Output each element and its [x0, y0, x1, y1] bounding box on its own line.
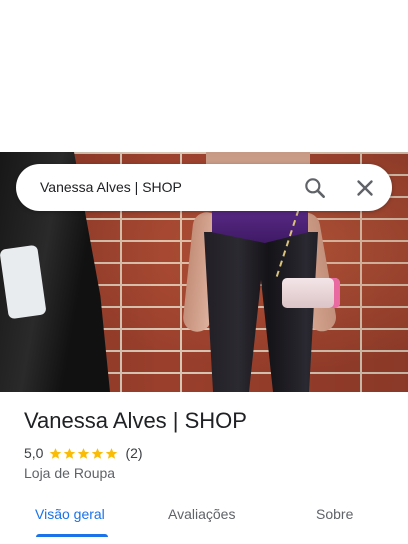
- close-icon[interactable]: [352, 175, 378, 201]
- tab-overview[interactable]: Visão geral: [35, 504, 105, 528]
- search-bar[interactable]: Vanessa Alves | SHOP: [16, 164, 392, 211]
- model-purse: [282, 278, 340, 308]
- search-icon[interactable]: [302, 175, 328, 201]
- blank-top-area: [0, 0, 408, 152]
- place-category[interactable]: Loja de Roupa: [24, 465, 115, 481]
- star-icon: [78, 447, 90, 459]
- place-title: Vanessa Alves | SHOP: [24, 408, 247, 433]
- review-count-link[interactable]: (2): [125, 445, 142, 461]
- tab-reviews[interactable]: Avaliações: [168, 504, 235, 528]
- star-rating: [49, 447, 119, 460]
- active-tab-indicator: [36, 534, 108, 537]
- star-icon: [106, 447, 118, 459]
- star-icon: [50, 447, 62, 459]
- rating-row[interactable]: 5,0 (2): [24, 444, 143, 462]
- star-icon: [92, 447, 104, 459]
- rating-value: 5,0: [24, 445, 44, 461]
- star-icon: [64, 447, 76, 459]
- tab-about[interactable]: Sobre: [316, 504, 353, 528]
- search-input[interactable]: Vanessa Alves | SHOP: [40, 164, 182, 211]
